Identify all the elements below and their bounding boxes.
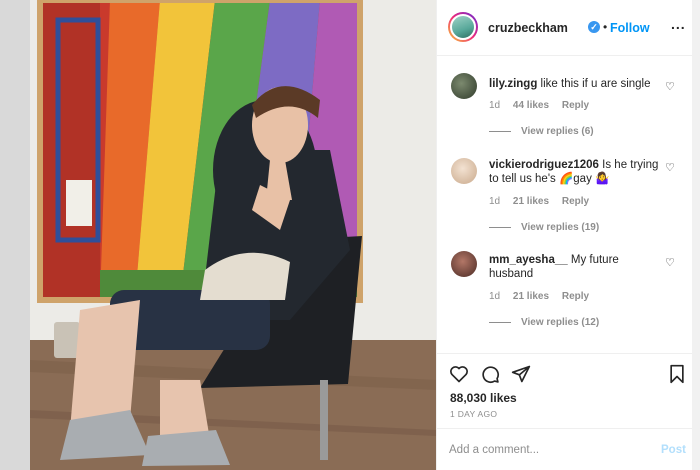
- post-side-panel: cruzbeckham ✓ • Follow ... lily.zingg li…: [436, 0, 700, 470]
- commenter-avatar[interactable]: [451, 158, 477, 184]
- comment-like-heart-icon[interactable]: ♡: [665, 257, 677, 269]
- comment-age: 1d: [489, 291, 501, 302]
- panel-scrollbar[interactable]: [692, 0, 700, 470]
- reply-button[interactable]: Reply: [562, 100, 589, 111]
- comment-input[interactable]: [449, 439, 639, 461]
- comment-text: vickierodriguez1206 Is he trying to tell…: [489, 158, 659, 186]
- commenter-username[interactable]: vickierodriguez1206: [489, 159, 599, 171]
- comment-text: mm_ayesha__ My future husband: [489, 253, 659, 281]
- comment-likes[interactable]: 21 likes: [513, 291, 549, 302]
- view-replies-button[interactable]: View replies (12): [489, 317, 599, 328]
- commenter-avatar[interactable]: [451, 251, 477, 277]
- post-header: cruzbeckham ✓ • Follow ...: [437, 0, 693, 56]
- reply-button[interactable]: Reply: [562, 196, 589, 207]
- comment-text: lily.zingg like this if u are single: [489, 77, 659, 91]
- author-username[interactable]: cruzbeckham: [488, 21, 568, 35]
- separator-dot: •: [603, 20, 608, 34]
- add-comment-bar: Post: [437, 428, 693, 470]
- post-timestamp[interactable]: 1 DAY AGO: [450, 409, 497, 419]
- post-photo[interactable]: [30, 0, 436, 470]
- comment-meta: 1d 44 likes Reply: [489, 100, 599, 111]
- likes-count[interactable]: 88,030 likes: [450, 391, 517, 405]
- page-backdrop: [0, 0, 30, 470]
- comment-icon[interactable]: [480, 364, 500, 384]
- post-photo-image: [30, 0, 436, 470]
- follow-button[interactable]: Follow: [610, 21, 650, 35]
- reply-button[interactable]: Reply: [562, 291, 589, 302]
- view-replies-label: View replies (19): [521, 222, 600, 233]
- view-replies-label: View replies (6): [521, 126, 594, 137]
- commenter-username[interactable]: lily.zingg: [489, 78, 537, 90]
- heart-icon[interactable]: [449, 364, 469, 384]
- more-options-button[interactable]: ...: [671, 16, 686, 32]
- post-comment-button[interactable]: Post: [661, 444, 686, 456]
- view-replies-button[interactable]: View replies (19): [489, 222, 599, 233]
- commenter-avatar[interactable]: [451, 73, 477, 99]
- comment-likes[interactable]: 44 likes: [513, 100, 549, 111]
- comment-age: 1d: [489, 100, 501, 111]
- comment-age: 1d: [489, 196, 501, 207]
- comment-meta: 1d 21 likes Reply: [489, 291, 599, 302]
- bookmark-icon[interactable]: [667, 364, 687, 384]
- view-replies-button[interactable]: View replies (6): [489, 126, 594, 137]
- comments-list[interactable]: lily.zingg like this if u are single ♡ 1…: [437, 57, 693, 353]
- comment-like-heart-icon[interactable]: ♡: [665, 81, 677, 93]
- view-replies-label: View replies (12): [521, 317, 600, 328]
- commenter-username[interactable]: mm_ayesha__: [489, 254, 568, 266]
- author-avatar[interactable]: [448, 12, 478, 42]
- comment-like-heart-icon[interactable]: ♡: [665, 162, 677, 174]
- verified-badge-icon: ✓: [588, 21, 600, 33]
- share-icon[interactable]: [511, 364, 531, 384]
- comment-meta: 1d 21 likes Reply: [489, 196, 599, 207]
- comment-likes[interactable]: 21 likes: [513, 196, 549, 207]
- post-actions: 88,030 likes 1 DAY AGO: [437, 353, 693, 428]
- comment-body: like this if u are single: [540, 78, 651, 90]
